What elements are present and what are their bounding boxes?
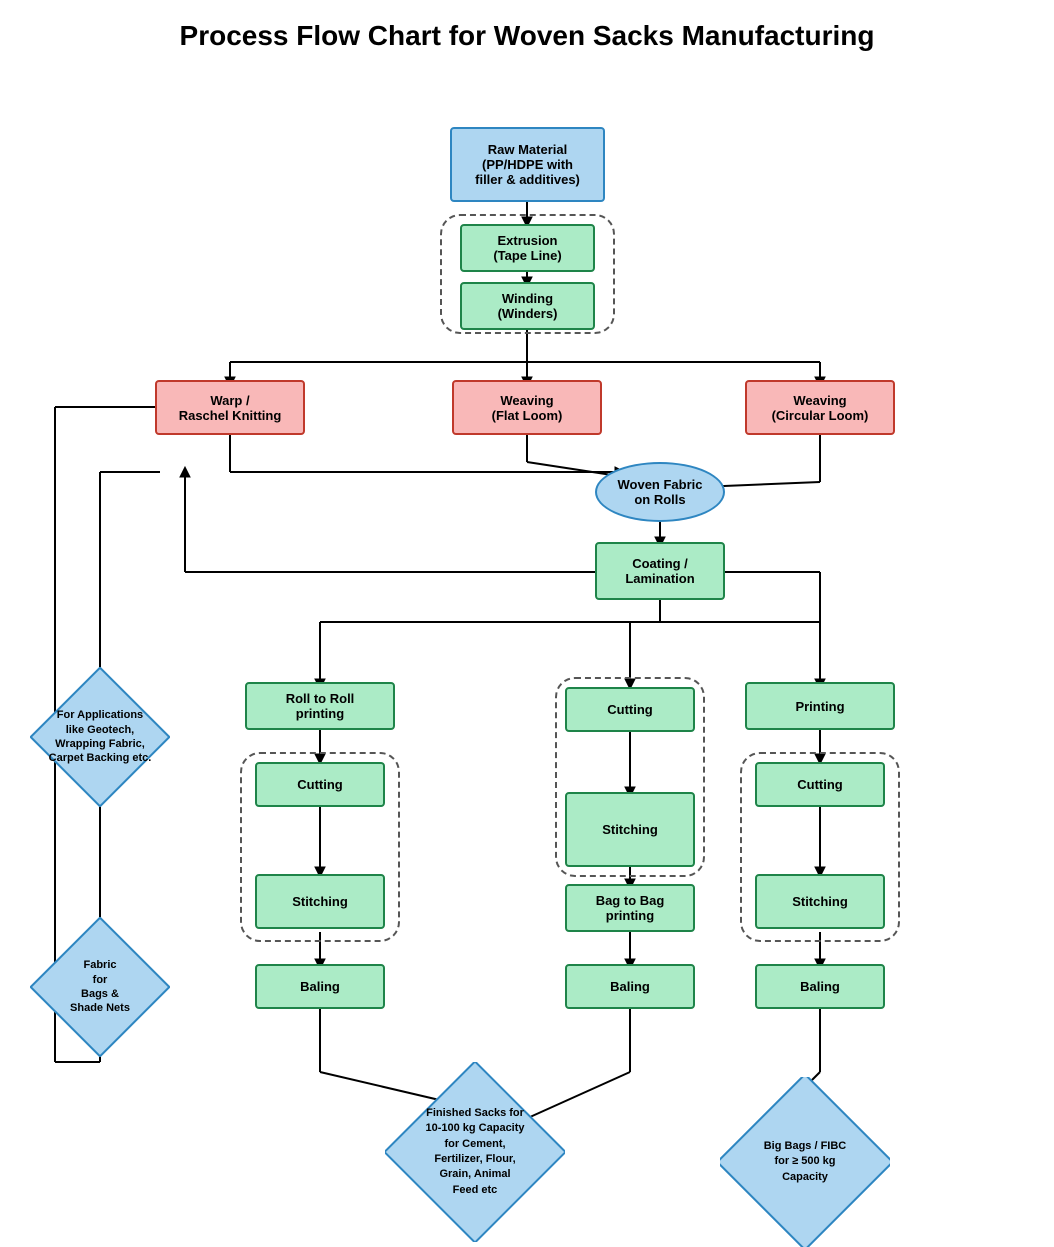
fabric-bags-diamond: Fabric for Bags & Shade Nets	[30, 917, 170, 1057]
baling-right-node: Baling	[755, 964, 885, 1009]
stitching-left-node: Stitching	[255, 874, 385, 929]
coating-node: Coating / Lamination	[595, 542, 725, 600]
woven-fabric-node: Woven Fabric on Rolls	[595, 462, 725, 522]
winding-node: Winding (Winders)	[460, 282, 595, 330]
baling-left-node: Baling	[255, 964, 385, 1009]
finished-sacks-diamond: Finished Sacks for 10-100 kg Capacity fo…	[385, 1062, 565, 1242]
stitching-right-node: Stitching	[755, 874, 885, 929]
stitching-mid-node: Stitching	[565, 792, 695, 867]
weaving-flat-node: Weaving (Flat Loom)	[452, 380, 602, 435]
cutting-mid-node: Cutting	[565, 687, 695, 732]
baling-mid-node: Baling	[565, 964, 695, 1009]
for-applications-diamond: For Applications like Geotech, Wrapping …	[30, 667, 170, 807]
raw-material-node: Raw Material (PP/HDPE with filler & addi…	[450, 127, 605, 202]
roll-to-roll-node: Roll to Roll printing	[245, 682, 395, 730]
printing-right-node: Printing	[745, 682, 895, 730]
extrusion-node: Extrusion (Tape Line)	[460, 224, 595, 272]
cutting-right-node: Cutting	[755, 762, 885, 807]
weaving-circular-node: Weaving (Circular Loom)	[745, 380, 895, 435]
bag-to-bag-node: Bag to Bag printing	[565, 884, 695, 932]
cutting-left-node: Cutting	[255, 762, 385, 807]
big-bags-diamond: Big Bags / FIBC for ≥ 500 kg Capacity	[720, 1077, 890, 1247]
page-title: Process Flow Chart for Woven Sacks Manuf…	[0, 0, 1054, 62]
warp-node: Warp / Raschel Knitting	[155, 380, 305, 435]
